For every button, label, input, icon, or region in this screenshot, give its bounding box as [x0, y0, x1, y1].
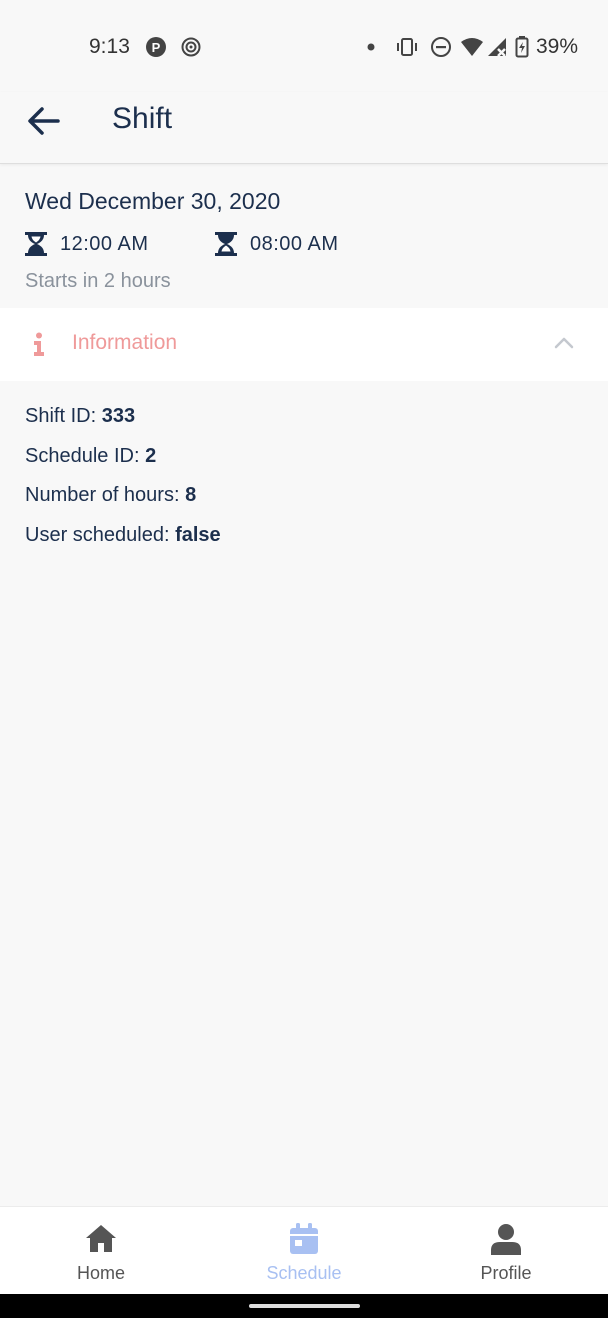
status-time: 9:13	[89, 35, 130, 58]
info-icon	[34, 332, 44, 356]
nav-profile[interactable]: Profile	[405, 1207, 607, 1295]
detail-value: false	[175, 523, 221, 546]
starts-in-text: Starts in 2 hours	[25, 270, 171, 292]
gesture-handle[interactable]	[249, 1304, 360, 1308]
shift-start: 12:00 AM	[25, 231, 149, 257]
home-icon	[86, 1225, 116, 1252]
vibrate-icon	[397, 38, 417, 56]
cell-signal-icon	[488, 38, 506, 57]
detail-value: 8	[185, 484, 197, 506]
person-icon	[491, 1224, 521, 1255]
chevron-up-icon[interactable]	[554, 337, 574, 349]
battery-percent: 39%	[536, 35, 579, 58]
nav-home-label: Home	[76, 1263, 125, 1283]
detail-shift-id: Shift ID: 333	[25, 405, 221, 445]
start-time-text: 12:00 AM	[60, 232, 149, 255]
nav-schedule-label: Schedule	[266, 1263, 342, 1283]
detail-number-of-hours: Number of hours: 8	[25, 484, 221, 524]
nav-schedule[interactable]: Schedule	[203, 1207, 405, 1295]
detail-schedule-id: Schedule ID: 2	[25, 445, 221, 485]
bottom-navigation: Home Schedule Profile	[0, 1206, 608, 1295]
hourglass-icon	[25, 232, 47, 256]
nav-profile-label: Profile	[480, 1263, 532, 1283]
information-title: Information	[72, 331, 178, 354]
system-navigation-bar	[0, 1294, 608, 1318]
detail-label: Shift ID:	[25, 405, 102, 427]
nav-home[interactable]: Home	[0, 1207, 202, 1295]
information-details: Shift ID: 333 Schedule ID: 2 Number of h…	[25, 405, 221, 563]
detail-label: Number of hours:	[25, 484, 186, 506]
detail-value: 2	[145, 444, 157, 467]
page-title: Shift	[112, 102, 173, 135]
detail-user-scheduled: User scheduled: false	[25, 524, 221, 564]
shift-date: Wed December 30, 2020	[25, 188, 281, 214]
hourglass-end-icon	[215, 232, 237, 256]
app-notification-icon: P	[146, 37, 166, 57]
back-button[interactable]	[26, 106, 60, 136]
do-not-disturb-icon	[431, 37, 451, 57]
end-time-text: 08:00 AM	[250, 232, 339, 255]
shift-summary: Wed December 30, 2020 12:00 AM 08:00 AM …	[25, 188, 585, 292]
detail-label: Schedule ID:	[25, 444, 146, 467]
app-bar: Shift	[0, 92, 608, 164]
arrow-back-icon	[28, 107, 60, 135]
battery-icon	[515, 36, 529, 58]
information-section-header[interactable]: Information	[0, 308, 608, 381]
calendar-icon	[290, 1223, 318, 1254]
dot-icon	[367, 43, 375, 51]
detail-value: 333	[101, 405, 136, 427]
detail-label: User scheduled:	[25, 523, 176, 546]
shift-end: 08:00 AM	[215, 231, 339, 257]
status-bar: 9:13 P 39%	[0, 0, 608, 92]
svg-text:P: P	[152, 40, 161, 55]
wifi-icon	[461, 38, 483, 56]
radar-icon	[181, 37, 201, 57]
